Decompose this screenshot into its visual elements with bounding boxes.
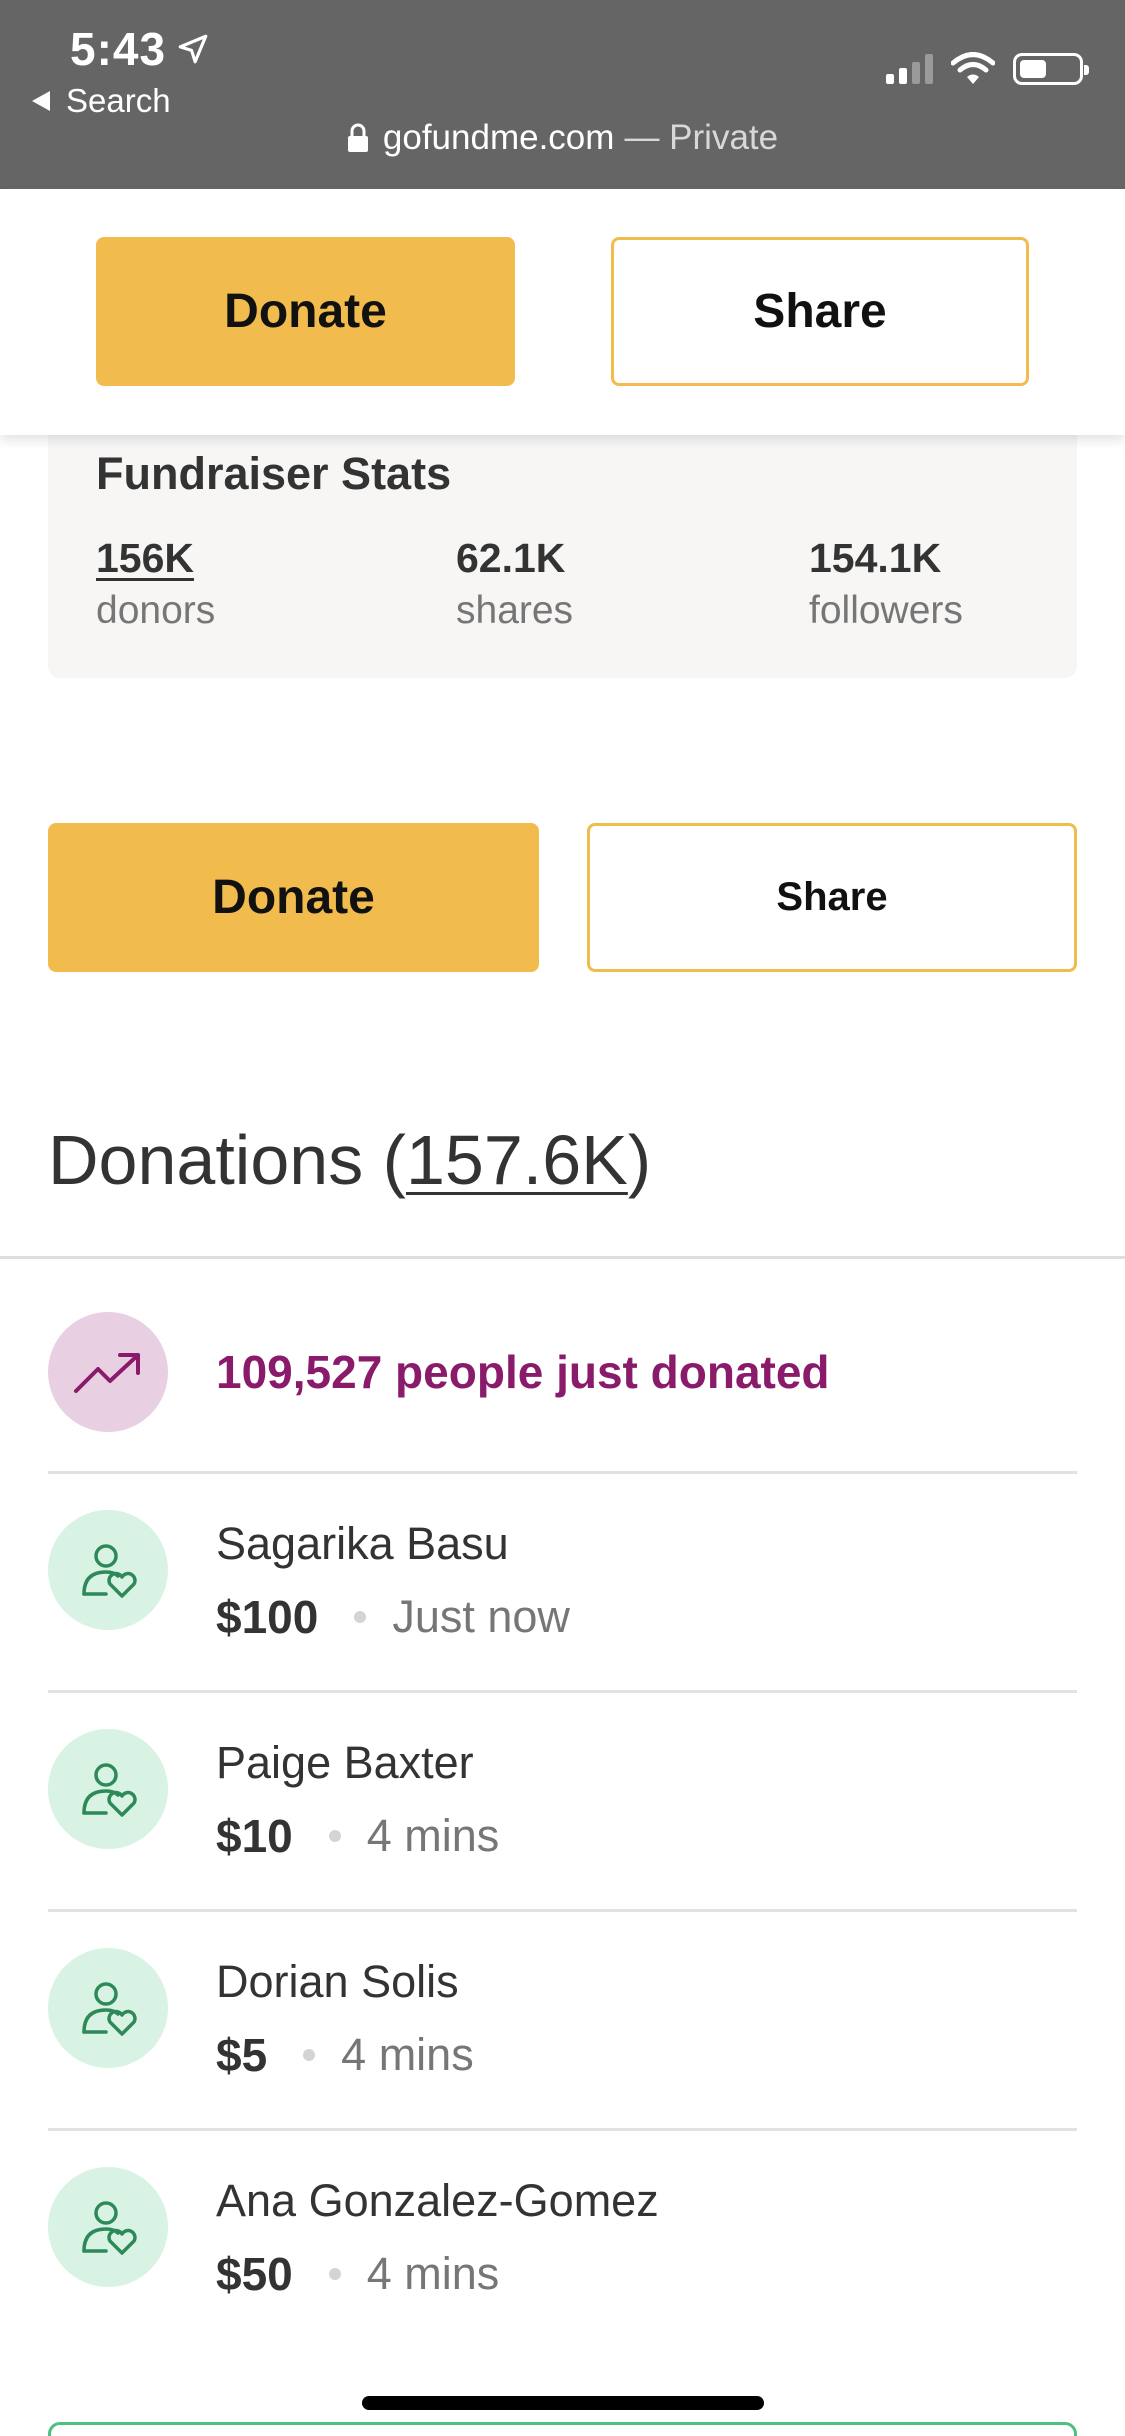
wifi-icon — [951, 52, 995, 84]
battery-icon — [1013, 53, 1089, 85]
donor-name: Sagarika Basu — [216, 1518, 509, 1569]
next-section-card[interactable] — [48, 2422, 1077, 2436]
stat-followers-label: followers — [809, 589, 963, 632]
status-icons — [886, 52, 1089, 86]
stat-shares-value: 62.1K — [456, 535, 566, 581]
row-divider — [48, 1690, 1077, 1693]
donor-amount: $50 — [216, 2248, 293, 2300]
separator-dot — [328, 1830, 341, 1842]
donor-meta: $100 Just now — [216, 1590, 570, 1644]
stat-shares: 62.1K shares — [456, 530, 573, 636]
sticky-donate-button[interactable]: Donate — [96, 237, 515, 386]
donor-time: 4 mins — [366, 1810, 500, 1861]
back-to-search[interactable]: Search — [30, 82, 171, 120]
donor-time: Just now — [392, 1591, 570, 1642]
row-divider — [48, 2128, 1077, 2131]
stats-title: Fundraiser Stats — [96, 448, 452, 499]
donor-name: Ana Gonzalez-Gomez — [216, 2175, 659, 2226]
signal-icon — [886, 54, 933, 84]
donor-heart-icon — [82, 1544, 137, 1598]
donor-amount: $10 — [216, 1810, 293, 1862]
recent-donations-trend: 109,527 people just donated — [216, 1346, 830, 1398]
back-triangle-icon — [32, 91, 50, 111]
donor-avatar — [48, 1729, 168, 1849]
donor-avatar — [48, 1510, 168, 1630]
share-button[interactable]: Share — [587, 823, 1077, 972]
address-bar[interactable]: gofundme.com — Private — [0, 118, 1125, 158]
separator-dot — [354, 1611, 367, 1623]
stat-shares-label: shares — [456, 589, 574, 632]
url-private-label: — Private — [624, 118, 779, 157]
sticky-share-button[interactable]: Share — [611, 237, 1029, 386]
stat-followers: 154.1K followers — [809, 530, 963, 636]
donor-time: 4 mins — [341, 2029, 474, 2080]
back-label: Search — [66, 82, 171, 119]
sticky-action-bar: Donate Share — [0, 189, 1125, 435]
home-indicator[interactable] — [362, 2396, 764, 2410]
donor-time: 4 mins — [366, 2248, 500, 2299]
donor-avatar — [48, 1948, 168, 2068]
trend-avatar — [48, 1312, 168, 1432]
stat-donors-label: donors — [96, 589, 216, 632]
donor-avatar — [48, 2167, 168, 2287]
trend-up-icon — [74, 1353, 140, 1393]
donor-amount: $5 — [216, 2029, 268, 2081]
browser-top-bar: 5:43 Search gofundme.com — Private — [0, 0, 1125, 189]
stat-donors[interactable]: 156K donors — [96, 530, 215, 636]
donor-amount: $100 — [216, 1591, 319, 1643]
clock-text: 5:43 — [70, 23, 167, 75]
row-divider — [48, 1471, 1077, 1474]
separator-dot — [328, 2268, 341, 2280]
donor-heart-icon — [82, 1982, 137, 2036]
donor-meta: $50 4 mins — [216, 2247, 499, 2301]
donor-name: Dorian Solis — [216, 1956, 459, 2007]
lock-icon — [347, 123, 368, 152]
donations-title: Donations (157.6K) — [48, 1120, 651, 1200]
donate-button[interactable]: Donate — [48, 823, 539, 972]
donor-name: Paige Baxter — [216, 1737, 474, 1788]
section-divider — [0, 1256, 1125, 1259]
stat-donors-value[interactable]: 156K — [96, 530, 215, 586]
stat-followers-value: 154.1K — [809, 535, 942, 581]
url-domain: gofundme.com — [382, 118, 615, 157]
donations-count-link[interactable]: 157.6K — [406, 1121, 628, 1199]
separator-dot — [303, 2049, 316, 2061]
donor-meta: $5 4 mins — [216, 2028, 474, 2082]
donor-heart-icon — [82, 2201, 137, 2255]
donor-meta: $10 4 mins — [216, 1809, 499, 1863]
donor-heart-icon — [82, 1763, 137, 1817]
row-divider — [48, 1909, 1077, 1912]
location-arrow-icon — [178, 34, 208, 64]
clock: 5:43 — [70, 22, 210, 76]
donations-title-suffix: ) — [627, 1121, 652, 1199]
donations-title-prefix: Donations ( — [48, 1121, 406, 1199]
